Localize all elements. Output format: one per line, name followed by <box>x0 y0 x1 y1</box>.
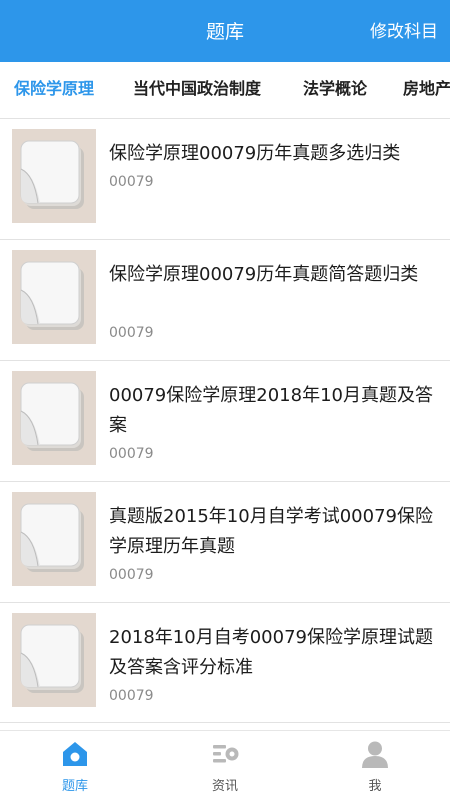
nav-label: 资讯 <box>211 779 238 794</box>
document-thumbnail-icon <box>12 250 96 344</box>
document-thumbnail-icon <box>12 613 96 707</box>
bottom-navigation: 题库 资讯 我 <box>0 730 450 800</box>
list-item[interactable]: 保险学原理00079历年真题简答题归类 00079 <box>0 239 450 360</box>
item-title: 保险学原理00079历年真题简答题归类 <box>109 264 419 285</box>
item-title: 00079保险学原理2018年10月真题及答案 <box>109 385 433 436</box>
document-thumbnail-icon <box>12 371 96 465</box>
item-code: 00079 <box>109 325 154 341</box>
top-app-bar: 题库 修改科目 <box>0 0 450 62</box>
list-item[interactable]: 保险学原理00079历年真题多选归类 00079 <box>0 118 450 239</box>
item-code: 00079 <box>109 567 154 583</box>
change-subject-button[interactable]: 修改科目 <box>370 0 438 62</box>
list-item[interactable]: 真题版2015年10月自学考试00079保险学原理历年真题 00079 <box>0 481 450 602</box>
nav-question-bank[interactable]: 题库 <box>0 731 150 800</box>
question-bank-list: 保险学原理00079历年真题多选归类 00079 保险学原理00079历年真题简… <box>0 118 450 723</box>
subject-tab-bar: 保险学原理 当代中国政治制度 法学概论 房地产 <box>0 62 450 118</box>
news-icon <box>213 745 239 763</box>
tab-baoxianxue-yuanli[interactable]: 保险学原理 <box>14 62 94 118</box>
document-thumbnail-icon <box>12 492 96 586</box>
item-code: 00079 <box>109 446 154 462</box>
nav-label: 我 <box>368 779 382 794</box>
tab-dangdai-zhengzhi[interactable]: 当代中国政治制度 <box>133 62 261 118</box>
nav-news[interactable]: 资讯 <box>150 731 300 800</box>
item-title: 真题版2015年10月自学考试00079保险学原理历年真题 <box>109 506 433 557</box>
list-item[interactable]: 00079保险学原理2018年10月真题及答案 00079 <box>0 360 450 481</box>
list-item[interactable]: 2018年10月自考00079保险学原理试题及答案含评分标准 00079 <box>0 602 450 723</box>
nav-me[interactable]: 我 <box>300 731 450 800</box>
person-icon <box>362 741 388 768</box>
item-title: 保险学原理00079历年真题多选归类 <box>109 143 401 164</box>
item-code: 00079 <box>109 174 154 190</box>
tab-faxue-gailun[interactable]: 法学概论 <box>303 62 367 118</box>
item-title: 2018年10月自考00079保险学原理试题及答案含评分标准 <box>109 627 433 678</box>
item-code: 00079 <box>109 688 154 704</box>
home-icon <box>63 742 87 766</box>
tab-fangdichan[interactable]: 房地产 <box>403 62 450 118</box>
nav-label: 题库 <box>61 779 88 794</box>
document-thumbnail-icon <box>12 129 96 223</box>
